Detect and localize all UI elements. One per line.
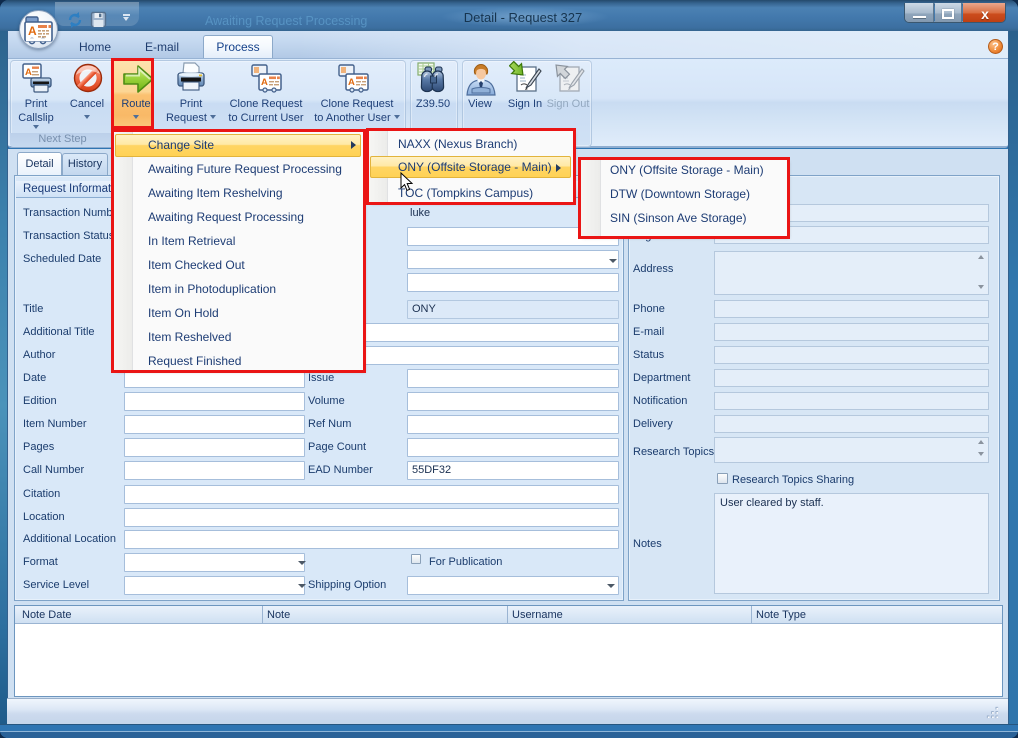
- svg-text:A: A: [28, 24, 37, 38]
- svg-text:A: A: [261, 77, 268, 88]
- svg-text:A: A: [25, 67, 32, 78]
- svg-text:A: A: [348, 77, 355, 88]
